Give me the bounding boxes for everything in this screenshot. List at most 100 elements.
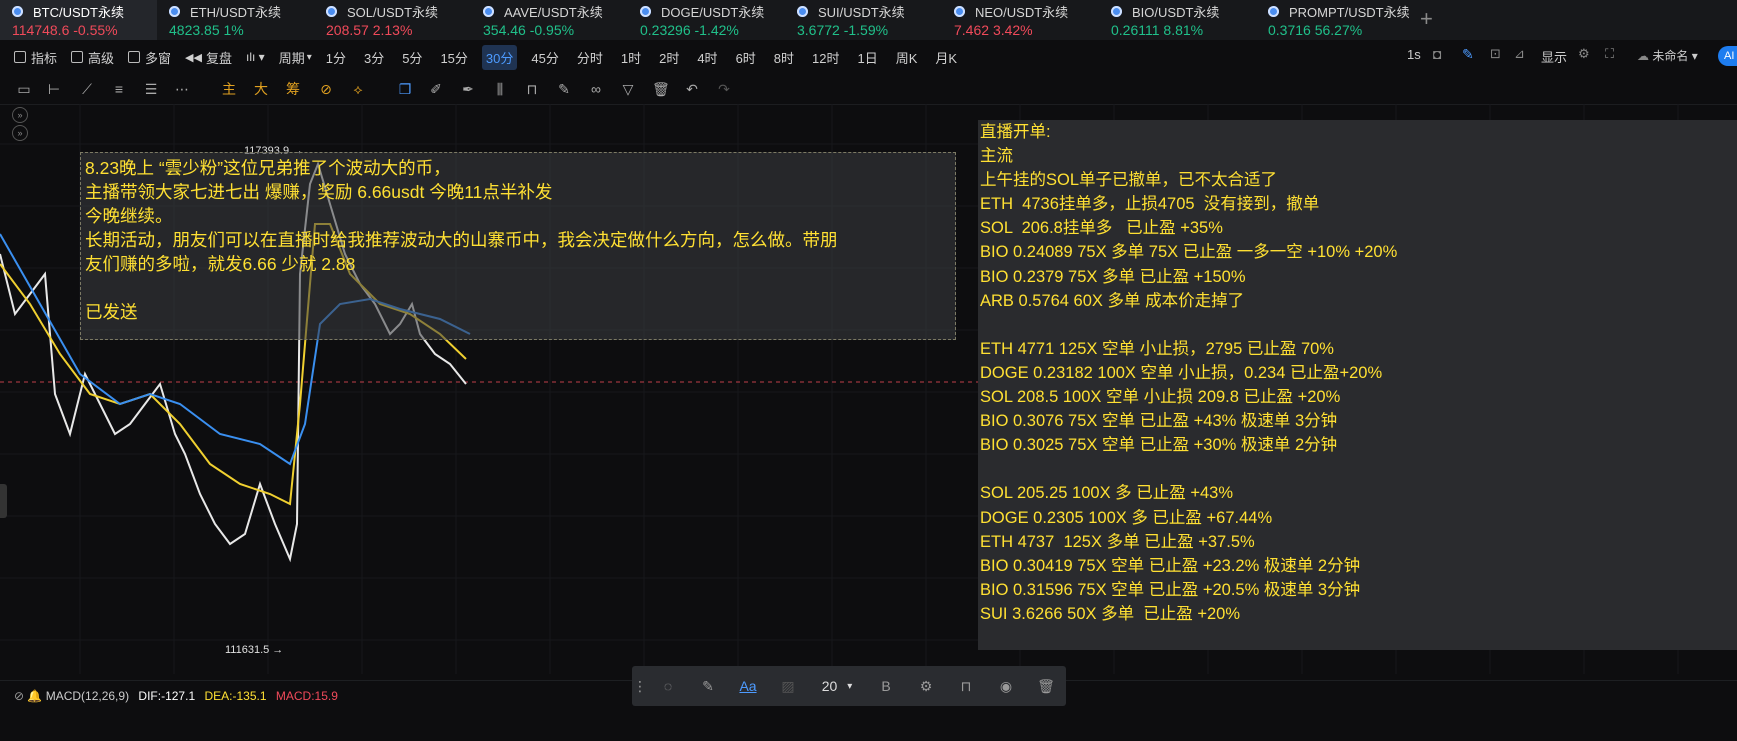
expand-icon[interactable]: » (12, 125, 28, 141)
symbol-tab[interactable]: DOGE/USDT永续 0.23296 -1.42% (628, 0, 785, 40)
drag-handle-icon[interactable]: ⋮ (632, 666, 648, 706)
trash-icon[interactable]: 🗑 (652, 81, 670, 97)
ai-button[interactable]: AI (1718, 46, 1737, 66)
note-annotation-text[interactable]: 8.23晚上 “雲少粉”这位兄弟推了个波动大的币， 主播带领大家七进七出 爆赚，奖… (85, 156, 953, 324)
symbol-tab[interactable]: BTC/USDT永续 114748.6 -0.55% (0, 0, 157, 40)
period-option[interactable]: 分时 (573, 45, 607, 70)
bold-button[interactable]: B (866, 666, 906, 706)
trade-log-text[interactable]: 直播开单: 主流 上午挂的SOL单子已撤单，已不太合适了 ETH 4736挂单多，止损… (980, 120, 1730, 626)
tab-symbol-name: BTC/USDT永续 (12, 2, 157, 20)
period-option[interactable]: 12时 (808, 45, 843, 70)
period-option[interactable]: 2时 (655, 45, 683, 70)
expand-icon[interactable]: » (12, 107, 28, 123)
camera-icon[interactable]: ◘ (1433, 46, 1441, 62)
layout-icon[interactable]: ⊡ (1490, 46, 1501, 62)
interval-label[interactable]: 1s (1407, 47, 1421, 62)
multi-window-button[interactable]: 多窗 (128, 48, 171, 67)
period-option[interactable]: 8时 (770, 45, 798, 70)
font-size-select[interactable]: 20 ▾ (808, 666, 866, 706)
period-option[interactable]: 1日 (854, 45, 882, 70)
fib-icon[interactable]: ☰ (143, 81, 159, 97)
coin-icon (169, 5, 180, 17)
symbol-tab[interactable]: PROMPT/USDT永续 0.3716 56.27% (1256, 0, 1413, 40)
display-button[interactable]: 显示 (1541, 47, 1567, 66)
measure-icon[interactable]: ⟡ (350, 81, 366, 97)
ruler-icon[interactable]: ✐ (428, 81, 444, 97)
lock-icon[interactable]: ⊓ (524, 81, 540, 97)
chips-toggle[interactable]: 筹 (285, 81, 301, 97)
period-option[interactable]: 6时 (732, 45, 760, 70)
trash-icon[interactable]: 🗑 (1026, 666, 1066, 706)
parallel-channel-icon[interactable]: ≡ (111, 81, 127, 97)
text-style-icon[interactable]: Aa (728, 666, 768, 706)
layout-name-dropdown[interactable]: ☁ 未命名 ▾ (1637, 47, 1698, 64)
period-option[interactable]: 15分 (436, 45, 471, 70)
redo-icon[interactable]: ↷ (716, 81, 732, 97)
filter-icon[interactable]: ▽ (620, 81, 636, 97)
period-dropdown[interactable]: 周期 ▾ (279, 48, 312, 67)
period-option[interactable]: 月K (931, 45, 961, 70)
period-option[interactable]: 30分 (481, 44, 518, 70)
magnet-icon[interactable]: ⊘ (318, 81, 334, 97)
period-option[interactable]: 45分 (527, 45, 562, 70)
tab-symbol-name: DOGE/USDT永续 (640, 2, 785, 20)
symbol-tab[interactable]: SUI/USDT永续 3.6772 -1.59% (785, 0, 942, 40)
period-option[interactable]: 1时 (617, 45, 645, 70)
rectangle-icon[interactable]: ▭ (16, 81, 32, 97)
period-option[interactable]: 1分 (322, 45, 350, 70)
more-tools-icon[interactable]: ⋯ (174, 81, 190, 97)
sidebar-handle[interactable] (0, 484, 7, 518)
brush-icon[interactable]: ✒ (460, 81, 476, 97)
chevron-down-icon: ▾ (847, 680, 853, 692)
tab-symbol-name: NEO/USDT永续 (954, 2, 1099, 20)
copy-icon[interactable]: ❐ (397, 81, 413, 97)
tab-price: 4823.85 1% (169, 22, 244, 38)
eye-icon[interactable]: ◉ (986, 666, 1026, 706)
big-order-toggle[interactable]: 大 (253, 81, 269, 97)
horizontal-line-icon[interactable]: ⊢ (46, 81, 62, 97)
tab-symbol-name: AAVE/USDT永续 (483, 2, 628, 20)
fill-icon[interactable]: ▨ (768, 666, 808, 706)
chart-type-dropdown[interactable]: ılı ▾ (246, 50, 265, 64)
settings-gear-icon[interactable]: ⚙ (1578, 46, 1590, 62)
period-option[interactable]: 周K (892, 45, 922, 70)
replay-button[interactable]: ◀◀ 复盘 (185, 48, 232, 67)
trade-log-line: DOGE 0.2305 100X 多 已止盈 +67.44% (980, 508, 1273, 527)
trade-log-line: BIO 0.3025 75X 空单 已止盈 +30% 极速单 2分钟 (980, 436, 1338, 455)
trend-line-icon[interactable]: ⟋ (79, 81, 95, 97)
symbol-tab[interactable]: BIO/USDT永续 0.26111 8.81% (1099, 0, 1256, 40)
indicator-button[interactable]: 指标 (14, 48, 57, 67)
coin-icon (797, 5, 808, 17)
period-option[interactable]: 4时 (693, 45, 721, 70)
alert-icon[interactable]: 🔔 (27, 689, 42, 703)
symbol-tab[interactable]: SOL/USDT永续 208.57 2.13% (314, 0, 471, 40)
coin-icon (483, 5, 494, 17)
gear-icon[interactable]: ⚙ (906, 666, 946, 706)
macd-dea: DEA:-135.1 (204, 689, 267, 703)
add-tab-button[interactable]: + (1420, 6, 1433, 32)
candles-icon[interactable]: ⫼ (492, 81, 508, 97)
tab-price: 7.462 3.42% (954, 22, 1033, 38)
coin-icon (12, 5, 23, 17)
cursor-icon[interactable]: ⊿ (1514, 46, 1525, 62)
main-chart-toggle[interactable]: 主 (221, 81, 237, 97)
symbol-tab[interactable]: NEO/USDT永续 7.462 3.42% (942, 0, 1099, 40)
advanced-button[interactable]: 高级 (71, 48, 114, 67)
period-option[interactable]: 3分 (360, 45, 388, 70)
symbol-tab[interactable]: ETH/USDT永续 4823.85 1% (157, 0, 314, 40)
trade-log-line: 直播开单: (980, 123, 1051, 141)
lock-icon[interactable]: ⊓ (946, 666, 986, 706)
symbol-tab[interactable]: AAVE/USDT永续 354.46 -0.95% (471, 0, 628, 40)
fullscreen-icon[interactable]: ⛶ (1605, 46, 1614, 62)
period-option[interactable]: 5分 (398, 45, 426, 70)
pen-icon[interactable]: ✎ (1462, 46, 1474, 63)
tab-price: 0.23296 -1.42% (640, 22, 739, 38)
undo-icon[interactable]: ↶ (684, 81, 700, 97)
template-icon[interactable]: ◌ (648, 666, 688, 706)
settings-icon[interactable]: ⊘ (14, 689, 24, 703)
trade-log-line: SOL 206.8挂单多 已止盈 +35% (980, 219, 1223, 238)
grid-icon (128, 51, 141, 63)
edit-icon[interactable]: ✎ (688, 666, 728, 706)
link-icon[interactable]: ∞ (588, 81, 604, 97)
edit-icon[interactable]: ✎ (556, 81, 572, 97)
